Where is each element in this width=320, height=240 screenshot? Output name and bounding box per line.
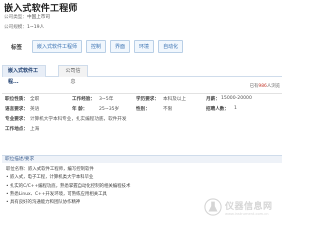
- info-row: 专业要求： 计算机大学本科专业，扎实编程功底，软件开发: [2, 114, 282, 124]
- tag-embedded-engineer[interactable]: 嵌入式软件工程师: [32, 40, 83, 53]
- company-size-label: 公司规模：: [4, 25, 27, 30]
- tag-automation[interactable]: 自动化: [158, 40, 184, 53]
- watermark-url: www.instrument.com.cn: [225, 211, 269, 216]
- major-label: 专业要求：: [5, 117, 28, 122]
- salary-value: 15000-20000: [221, 96, 252, 101]
- language-label: 语言要求：: [5, 107, 28, 112]
- tab-company-info[interactable]: 公司信息: [58, 65, 88, 85]
- headcount-label: 招聘人数：: [206, 107, 229, 112]
- job-description-header: 职位描述/要求: [2, 155, 282, 163]
- flask-logo-icon: [204, 198, 222, 216]
- job-description: 职位名称：嵌入式软件工程师，编写控制软件 • 嵌入式，电子工程，计算机类大学本科…: [6, 166, 130, 207]
- tag-bar: 标签 嵌入式软件工程师 控制 界面 环境 自动化: [4, 40, 184, 53]
- category-label: 职位性质：: [5, 97, 28, 102]
- description-line: • 嵌入式，电子工程，计算机类大学本科毕业: [6, 175, 94, 181]
- job-title: 嵌入式软件工程师: [4, 4, 78, 14]
- job-info-table: 职位性质： 全职 工作经验： 3~5年 学历要求： 本科及以上 月薪： 1500…: [2, 93, 282, 134]
- location-value: 上海: [30, 127, 40, 132]
- description-line: 职位名称：嵌入式软件工程师，编写控制软件: [6, 167, 94, 172]
- tab-job-detail[interactable]: 嵌入式软件工程...: [2, 65, 46, 85]
- tags-label: 标签: [11, 44, 23, 51]
- info-row: 语言要求： 英语 年 龄： 25~35岁 性别： 不限 招聘人数： 1: [2, 104, 282, 114]
- education-value: 本科及以上: [163, 97, 186, 102]
- gender-label: 性别：: [136, 107, 150, 112]
- company-type-value: 中国上市司: [26, 15, 50, 20]
- description-line: • 具有良好的沟通能力和团队协作精神: [6, 200, 81, 206]
- tag-interface[interactable]: 界面: [110, 40, 131, 53]
- tag-control[interactable]: 控制: [86, 40, 107, 53]
- description-line: • 扎实的C/C++编程功底，熟悉掌握自动化控制的相关编程技术: [6, 183, 131, 189]
- view-count-suffix: 人浏览: [266, 84, 280, 89]
- education-label: 学历要求：: [136, 97, 159, 102]
- company-size-value: 1~19人: [26, 25, 45, 30]
- salary-label: 月薪：: [206, 97, 220, 102]
- headcount-value: 1: [234, 106, 237, 111]
- age-label: 年 龄：: [72, 107, 88, 112]
- age-value: 25~35岁: [99, 107, 120, 112]
- company-size-row: 公司规模：1~19人: [4, 24, 44, 30]
- view-count: 已有986人浏览: [250, 83, 280, 89]
- experience-value: 3~5年: [99, 97, 114, 102]
- language-value: 英语: [30, 107, 40, 112]
- experience-label: 工作经验：: [72, 97, 95, 102]
- gender-value: 不限: [163, 107, 173, 112]
- tag-environment[interactable]: 环境: [134, 40, 155, 53]
- info-row: 职位性质： 全职 工作经验： 3~5年 学历要求： 本科及以上 月薪： 1500…: [2, 94, 282, 104]
- major-value: 计算机大学本科专业，扎实编程功底，软件开发: [30, 117, 127, 122]
- company-type-label: 公司类型：: [4, 15, 27, 20]
- tab-bar: 嵌入式软件工程... 公司信息: [2, 65, 282, 85]
- view-count-number: 986: [258, 84, 267, 89]
- info-row: 工作地点： 上海: [2, 124, 282, 134]
- description-line: • 熟悉Linux、C++开发环境，可熟练应用相关工具: [6, 191, 107, 197]
- company-type-row: 公司类型：中国上市司: [4, 14, 50, 20]
- location-label: 工作地点：: [5, 127, 28, 132]
- site-watermark: 仪器信息网 www.instrument.com.cn: [204, 198, 273, 216]
- watermark-name: 仪器信息网: [225, 201, 273, 212]
- category-value: 全职: [30, 97, 40, 102]
